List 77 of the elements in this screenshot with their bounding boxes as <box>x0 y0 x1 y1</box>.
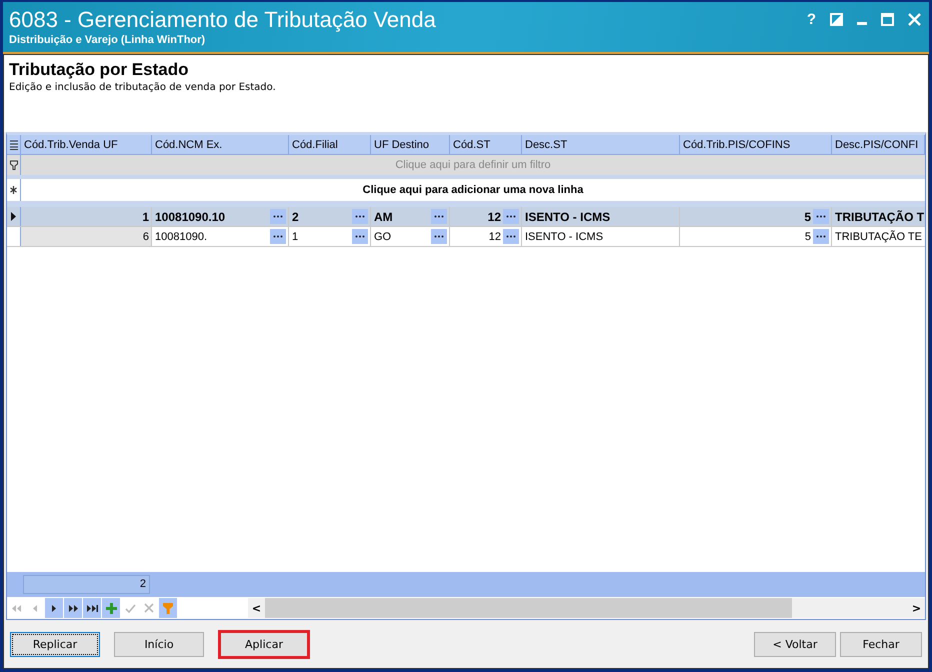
fast-forward-icon <box>68 604 78 612</box>
ellipsis-icon <box>273 215 283 218</box>
column-header[interactable]: Cód.Trib.PIS/COFINS <box>680 135 832 154</box>
action-button[interactable]: Aplicar <box>218 630 310 658</box>
ellipsis-icon <box>355 235 365 238</box>
table-cell[interactable]: 1 <box>292 230 350 242</box>
table-cell[interactable]: 2 <box>292 210 350 224</box>
column-header[interactable]: Cód.ST <box>450 135 522 154</box>
column-header[interactable]: Cód.NCM Ex. <box>152 135 289 154</box>
previous-icon <box>33 604 37 612</box>
last-button[interactable] <box>83 598 101 618</box>
scroll-right-button[interactable]: > <box>908 598 925 618</box>
table-cell[interactable]: 10081090. <box>155 230 268 242</box>
next-button[interactable] <box>45 598 63 618</box>
column-header[interactable]: UF Destino <box>371 135 450 154</box>
ellipsis-icon <box>816 215 826 218</box>
window-subtitle: Distribuição e Varejo (Linha WinThor) <box>9 33 206 48</box>
page-heading: Tributação por Estado <box>9 59 190 81</box>
action-button[interactable]: Replicar <box>10 632 100 656</box>
lookup-button[interactable] <box>431 229 447 244</box>
ellipsis-icon <box>434 235 444 238</box>
column-header[interactable]: Desc.PIS/CONFI <box>832 135 925 154</box>
table-cell[interactable]: 12 <box>453 230 501 242</box>
table-cell[interactable]: 5 <box>683 210 811 224</box>
new-row[interactable]: Clique aqui para adicionar uma nova linha <box>21 179 925 201</box>
x-icon <box>144 603 154 613</box>
close-window-button[interactable]: Fechar <box>840 632 922 656</box>
last-icon <box>86 604 98 612</box>
table-cell[interactable]: TRIBUTAÇÃO TE <box>835 230 923 242</box>
table-cell[interactable]: GO <box>374 230 429 242</box>
ellipsis-icon <box>506 215 516 218</box>
table-cell[interactable]: ISENTO - ICMS <box>525 210 677 224</box>
lookup-button[interactable] <box>352 209 368 224</box>
window-title: 6083 - Gerenciamento de Tributação Venda <box>9 7 436 33</box>
plus-icon <box>106 602 116 614</box>
current-row-icon <box>11 212 16 221</box>
lookup-button[interactable] <box>813 229 829 244</box>
page-description: Edição e inclusão de tributação de venda por Estado. <box>9 81 277 95</box>
plain-button[interactable]: Início <box>114 632 204 656</box>
minimize-icon <box>857 22 867 25</box>
asterisk-icon <box>10 186 17 194</box>
row-count: 2 <box>23 575 150 594</box>
lookup-button[interactable] <box>431 209 447 224</box>
ellipsis-icon <box>273 235 283 238</box>
next-page-button[interactable] <box>64 598 82 618</box>
table-cell[interactable]: 10081090.10 <box>155 210 268 224</box>
table-cell[interactable]: 12 <box>453 210 501 224</box>
scroll-left-button[interactable]: < <box>248 598 265 618</box>
ellipsis-icon <box>434 215 444 218</box>
funnel-icon <box>163 602 173 614</box>
column-header[interactable]: Cód.Filial <box>289 135 371 154</box>
maximize-icon <box>881 12 894 26</box>
filter-icon <box>10 160 18 170</box>
table-cell[interactable]: 1 <box>24 210 149 224</box>
lookup-button[interactable] <box>352 229 368 244</box>
lookup-button[interactable] <box>270 209 286 224</box>
lookup-button[interactable] <box>813 209 829 224</box>
next-icon <box>52 604 56 612</box>
lookup-button[interactable] <box>503 229 519 244</box>
lookup-button[interactable] <box>503 209 519 224</box>
table-cell[interactable]: 5 <box>683 230 811 242</box>
first-icon <box>12 604 20 612</box>
table-cell[interactable]: AM <box>374 210 429 224</box>
ellipsis-icon <box>816 235 826 238</box>
contrast-icon <box>830 12 843 26</box>
close-icon <box>908 12 921 26</box>
lookup-button[interactable] <box>270 229 286 244</box>
ellipsis-icon <box>506 235 516 238</box>
scrollbar-thumb[interactable] <box>265 598 792 618</box>
column-header[interactable]: Cód.Trib.Venda UF <box>21 135 152 154</box>
checkmark-icon <box>124 604 136 612</box>
table-cell[interactable]: TRIBUTAÇÃO T <box>835 210 924 224</box>
back-button[interactable]: < Voltar <box>754 632 836 656</box>
table-cell[interactable]: ISENTO - ICMS <box>525 230 677 242</box>
ellipsis-icon <box>355 215 365 218</box>
column-chooser-icon[interactable] <box>10 140 18 150</box>
column-header[interactable]: Desc.ST <box>522 135 680 154</box>
